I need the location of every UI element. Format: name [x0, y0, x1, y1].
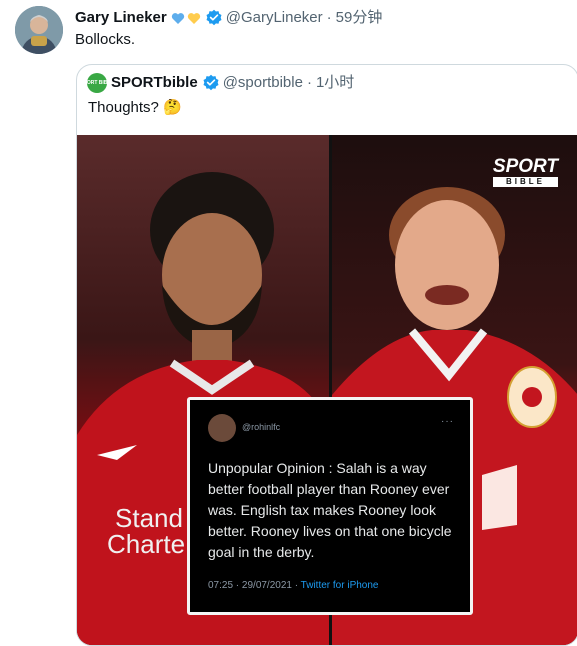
name-emoji: [171, 12, 201, 25]
embedded-source: Twitter for iPhone: [300, 580, 379, 591]
embedded-tweet-footer: 07:25 · 29/07/2021 · Twitter for iPhone: [208, 580, 378, 591]
embedded-tweet-screenshot: @rohinlfc ··· Unpopular Opinion : Salah …: [187, 397, 473, 615]
sportbible-watermark-logo: SPORT BIBLE: [492, 156, 558, 187]
author-name[interactable]: Gary Lineker: [75, 8, 167, 28]
quote-media-image[interactable]: Stand Charte SPORT BIBLE @rohinlfc ··· U…: [77, 135, 577, 645]
quote-author-handle[interactable]: @sportbible: [223, 73, 303, 93]
logo-line2: BIBLE: [492, 177, 558, 187]
quote-text: Thoughts? 🤔: [88, 99, 182, 116]
embedded-timestamp: 07:25 · 29/07/2021 ·: [208, 580, 301, 591]
quote-timestamp[interactable]: 1小时: [316, 73, 354, 93]
logo-line1: SPORT: [492, 156, 558, 177]
quote-header: SPORT BIBLE SPORTbible @sportbible · 1小时: [80, 73, 354, 93]
yellow-heart-icon: [187, 12, 200, 24]
left-shirt-sponsor-line2: Charte: [107, 529, 185, 559]
more-options-icon: ···: [441, 416, 454, 427]
tweet-timestamp[interactable]: 59分钟: [336, 8, 383, 28]
author-avatar-image: [15, 6, 63, 54]
embedded-handle: @rohinlfc: [242, 422, 281, 432]
quote-author-name[interactable]: SPORTbible: [111, 73, 198, 93]
author-handle[interactable]: @GaryLineker: [226, 8, 323, 28]
embedded-avatar: [208, 414, 236, 442]
verified-badge-icon: [203, 74, 219, 91]
separator-dot: ·: [306, 74, 312, 91]
verified-badge-icon: [206, 9, 222, 26]
separator-dot: ·: [326, 9, 332, 26]
embedded-tweet-text: Unpopular Opinion : Salah is a way bette…: [208, 460, 452, 560]
tweet-header: Gary Lineker @GaryLineker · 59分钟: [75, 8, 382, 28]
quote-author-avatar[interactable]: SPORT BIBLE: [80, 73, 114, 93]
blue-heart-icon: [171, 12, 184, 24]
tweet-text: Bollocks.: [75, 31, 136, 48]
author-avatar[interactable]: [15, 6, 63, 54]
quote-avatar-text: SPORT BIBLE: [80, 79, 114, 86]
quote-tweet[interactable]: SPORT BIBLE SPORTbible @sportbible · 1小时…: [76, 64, 577, 646]
